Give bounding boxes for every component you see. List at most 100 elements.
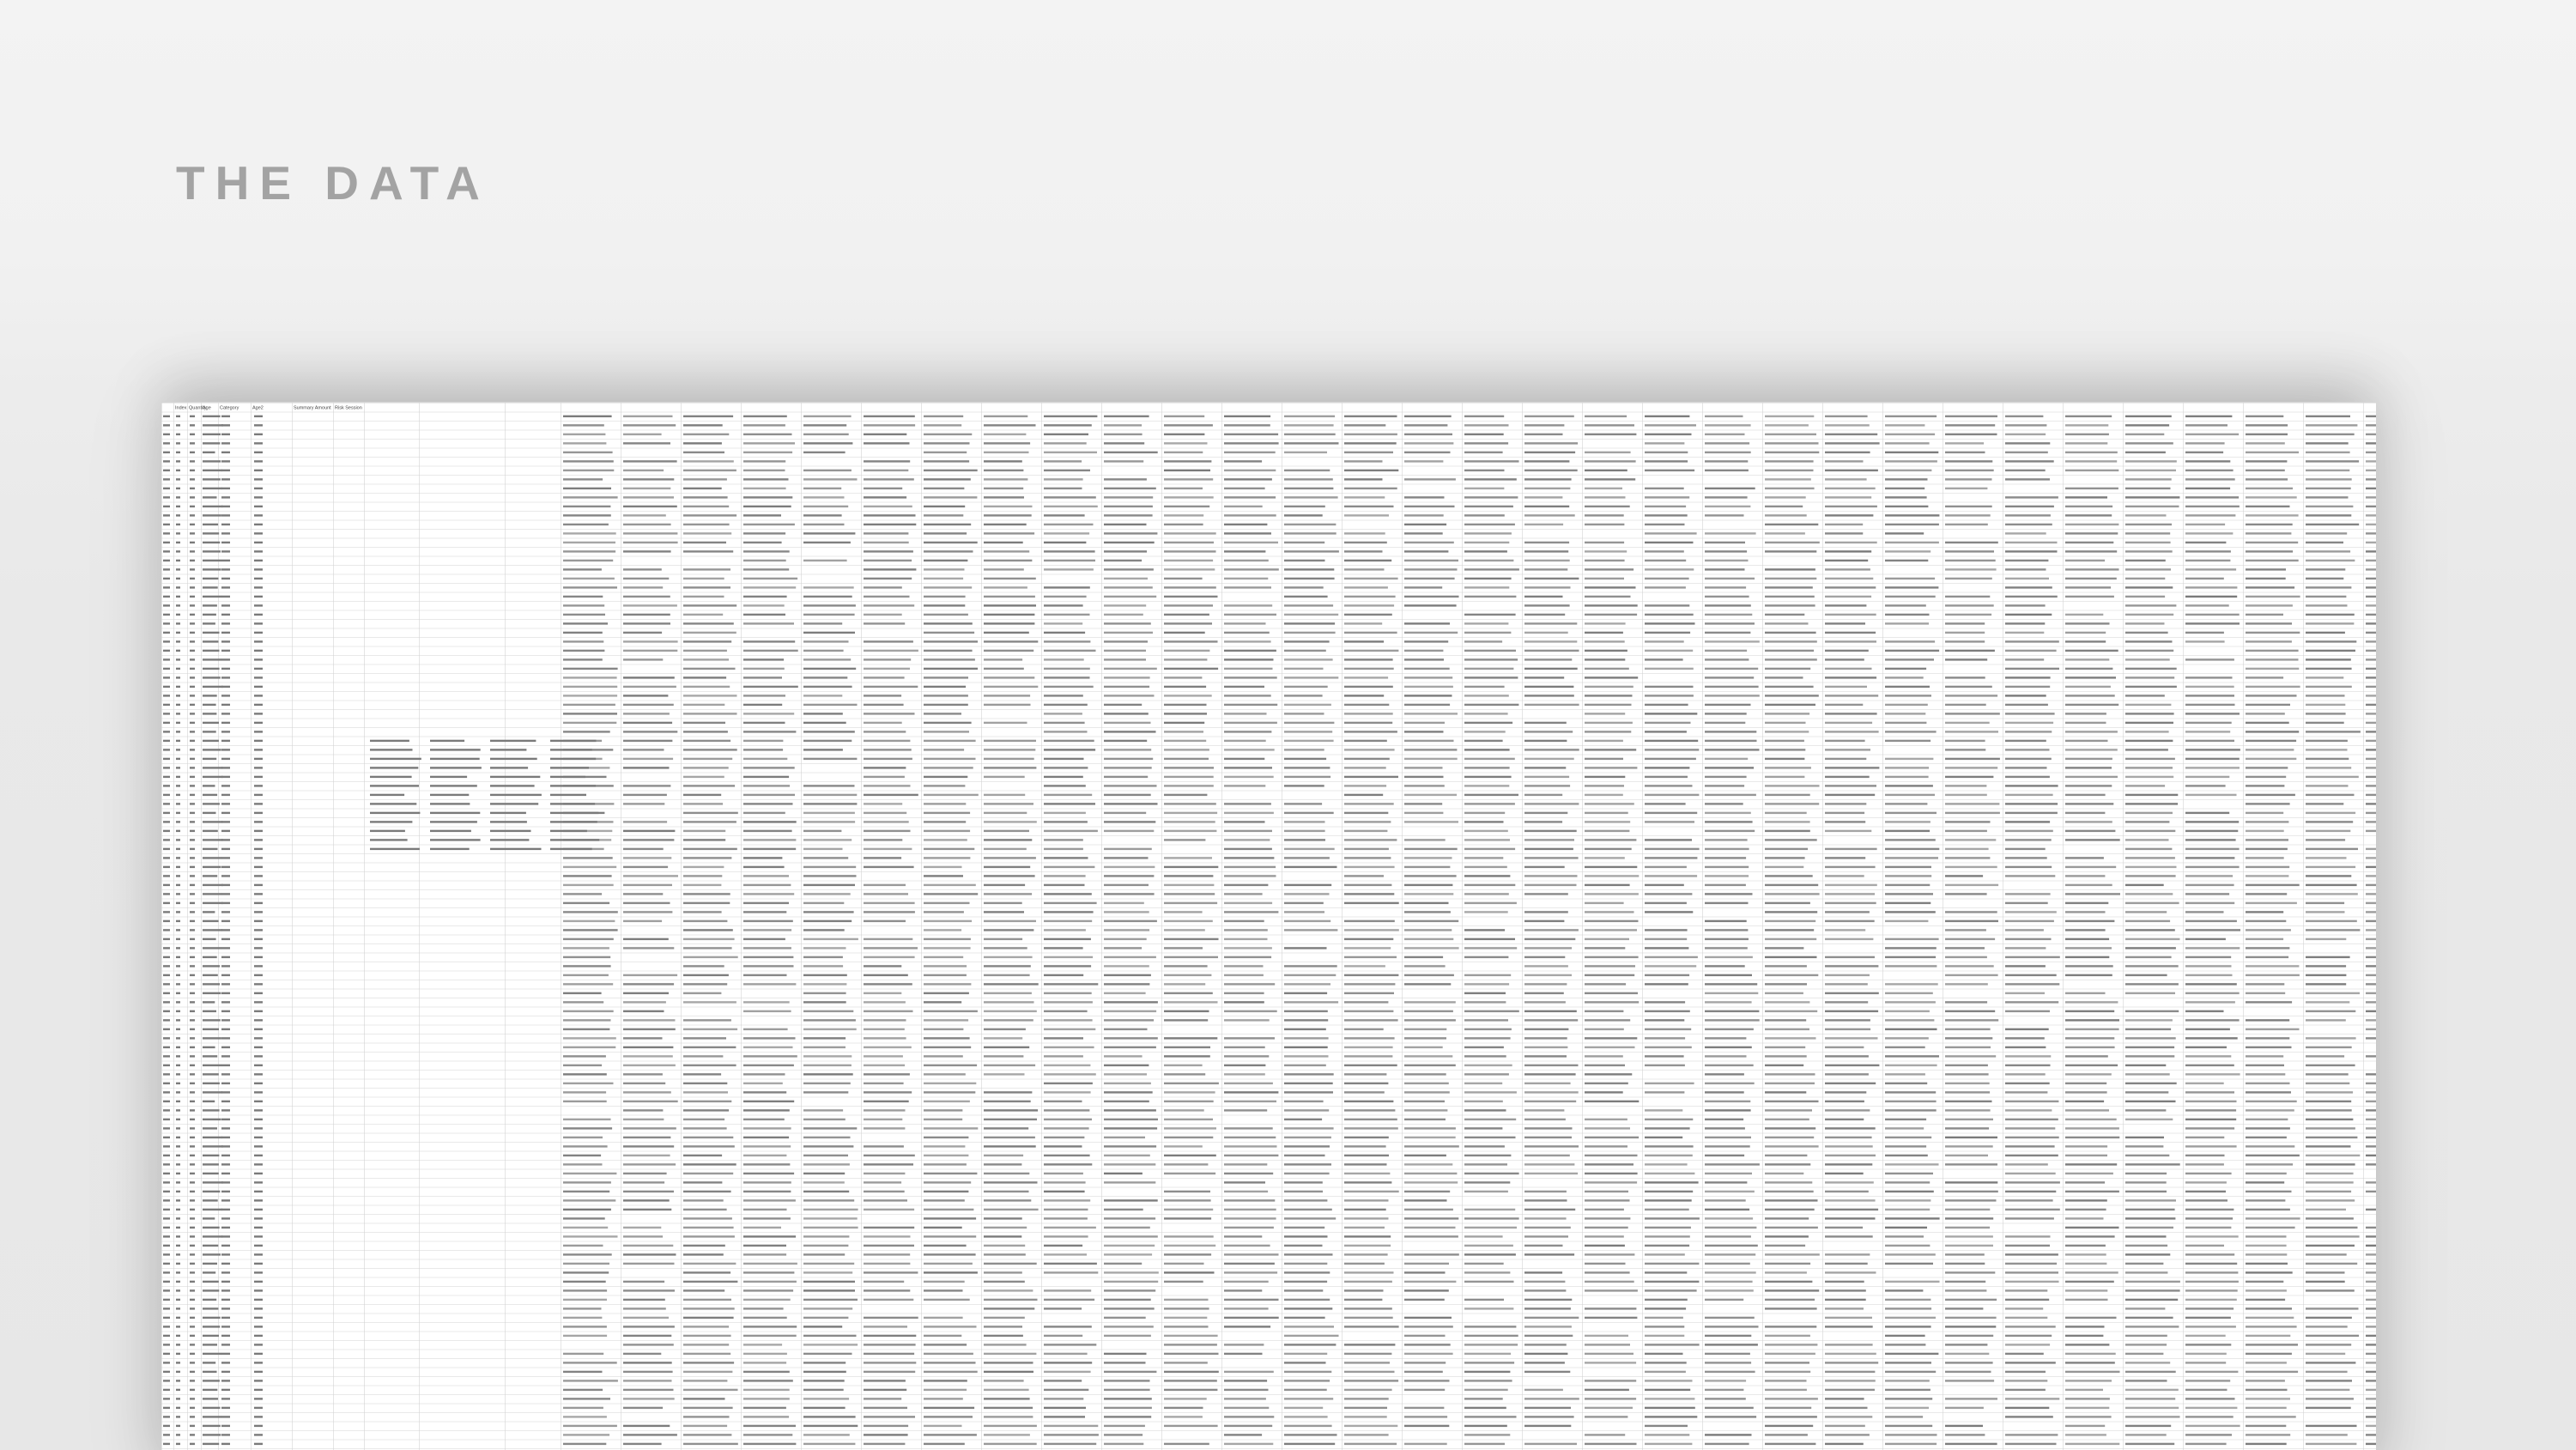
- cell-value: [1705, 631, 1751, 634]
- cell-value: [1945, 649, 1995, 652]
- cell-value: [1284, 1055, 1329, 1058]
- cell-value: [1945, 1235, 1993, 1238]
- cell-value: [1765, 667, 1811, 670]
- cell-value: [1284, 992, 1328, 995]
- cell-value: [1524, 829, 1577, 833]
- cell-value: [203, 1424, 221, 1428]
- cell-value: [1284, 1037, 1329, 1040]
- cell-value: [1945, 847, 1989, 851]
- cell-value: [1524, 947, 1573, 949]
- cell-value: [1404, 496, 1445, 499]
- cell-value: [1885, 1190, 1934, 1193]
- cell-value: [2306, 1019, 2346, 1022]
- cell-value: [1344, 883, 1392, 887]
- cell-value: [2005, 1208, 2060, 1211]
- cell-value: [1464, 487, 1505, 490]
- cell-value: [1765, 847, 1809, 851]
- cell-value: [984, 1154, 1024, 1157]
- cell-value: [1524, 1172, 1579, 1175]
- cell-value: [623, 857, 672, 859]
- cell-value: [2125, 487, 2171, 490]
- cell-value: [254, 1442, 263, 1446]
- cell-value: [203, 478, 221, 481]
- cell-value: [864, 992, 902, 995]
- cell-value: [1464, 613, 1516, 616]
- cell-value: [2306, 1235, 2360, 1238]
- cell-value: [1705, 1118, 1744, 1121]
- cell-value: [1524, 865, 1565, 869]
- cell-value: [254, 767, 263, 769]
- cell-value: [176, 1326, 180, 1328]
- cell-value: [1945, 1326, 1997, 1328]
- cell-value: [2246, 1028, 2300, 1031]
- cell-value: [1284, 559, 1325, 562]
- cell-value: [864, 695, 902, 697]
- cell-value: [176, 442, 180, 445]
- cell-value: [163, 469, 170, 472]
- cell-value: [203, 1344, 217, 1346]
- cell-value: [163, 1442, 170, 1446]
- cell-value: [2246, 974, 2300, 977]
- cell-value: [163, 1100, 170, 1103]
- cell-value: [864, 658, 912, 661]
- cell-value: [623, 1316, 669, 1320]
- cell-value: [1464, 983, 1510, 986]
- cell-value: [1885, 947, 1937, 949]
- cell-value: [1765, 1326, 1817, 1328]
- cell-value: [221, 1037, 230, 1040]
- cell-value: [623, 1136, 671, 1139]
- cell-value: [2185, 1028, 2230, 1031]
- cell-value: [1645, 775, 1688, 779]
- cell-value: [1044, 1028, 1096, 1031]
- cell-value: [924, 1136, 969, 1139]
- cell-value: [563, 757, 603, 761]
- cell-value: [1885, 713, 1926, 715]
- cell-value: [2185, 839, 2236, 841]
- cell-value: [864, 983, 912, 986]
- cell-value: [1224, 1424, 1273, 1428]
- cell-value: [563, 667, 618, 670]
- cell-value: [1765, 1181, 1813, 1184]
- cell-value: [2125, 1380, 2167, 1382]
- cell-value: [623, 1226, 662, 1229]
- cell-value: [1404, 415, 1452, 418]
- cell-value: [1284, 974, 1336, 977]
- cell-value: [1404, 1046, 1443, 1049]
- cell-value: [2005, 1344, 2051, 1346]
- cell-value: [2366, 622, 2376, 625]
- cell-value: [2185, 1307, 2234, 1310]
- cell-value: [984, 1424, 1037, 1428]
- cell-value: [1705, 1073, 1744, 1076]
- cell-value: [254, 1380, 263, 1382]
- cell-value: [1524, 505, 1570, 508]
- cell-value: [1404, 586, 1443, 589]
- cell-value: [1585, 937, 1629, 941]
- cell-value: [1765, 568, 1815, 571]
- cell-value: [1284, 1289, 1324, 1292]
- cell-value: [1645, 1380, 1693, 1382]
- cell-value: [163, 1398, 170, 1400]
- cell-value: [1705, 1271, 1756, 1274]
- cell-value: [203, 1172, 219, 1175]
- cell-value: [1224, 415, 1271, 418]
- cell-value: [1044, 1136, 1085, 1139]
- cell-value: [1464, 1344, 1518, 1346]
- cell-value: [803, 865, 857, 869]
- cell-value: [163, 1172, 170, 1175]
- cell-value: [1945, 1298, 1997, 1301]
- cell-value: [254, 496, 263, 499]
- cell-value: [1765, 703, 1815, 707]
- cell-value: [683, 785, 736, 787]
- cell-value: [864, 1442, 906, 1446]
- cell-value: [683, 767, 729, 769]
- cell-value: [984, 1091, 1033, 1094]
- cell-value: [1645, 1145, 1694, 1148]
- cell-value: [2246, 1344, 2298, 1346]
- cell-value: [1524, 1244, 1563, 1247]
- cell-value: [2306, 676, 2344, 679]
- cell-value: [1104, 1434, 1143, 1436]
- cell-value: [1224, 622, 1266, 625]
- cell-value: [2306, 1344, 2352, 1346]
- cell-value: [1765, 893, 1820, 895]
- cell-value: [1885, 1380, 1930, 1382]
